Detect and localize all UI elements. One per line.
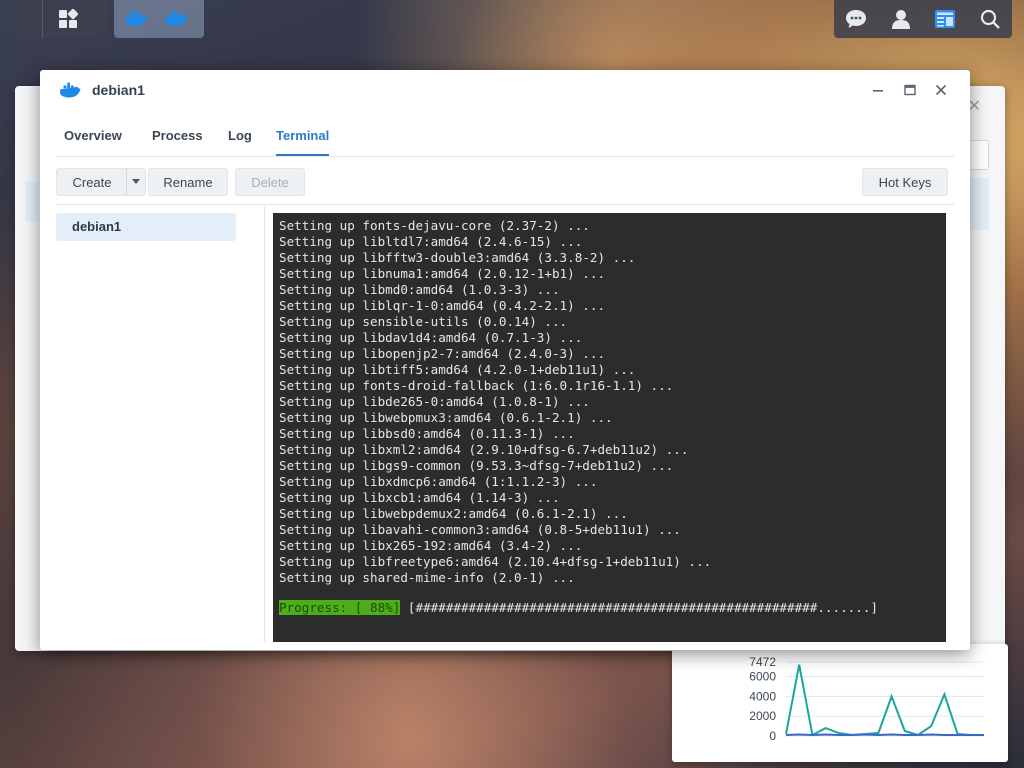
- tab-bar: Overview Process Log Terminal: [56, 122, 954, 157]
- minimize-button[interactable]: [868, 80, 888, 100]
- chart-y-tick-label: 7472: [749, 655, 776, 669]
- taskbar-app-container-manager-2[interactable]: [156, 0, 196, 38]
- widgets-button[interactable]: [925, 0, 965, 38]
- terminal-line: Setting up libxcb1:amd64 (1.14-3) ...: [279, 490, 560, 505]
- tab-process[interactable]: Process: [152, 128, 203, 143]
- terminal-line: Setting up sensible-utils (0.0.14) ...: [279, 314, 568, 329]
- taskbar-running-apps: [114, 0, 204, 38]
- session-item-debian1[interactable]: debian1: [56, 213, 236, 241]
- widgets-icon: [935, 10, 956, 28]
- terminal-line: Setting up libgs9-common (9.53.3~dfsg-7+…: [279, 458, 674, 473]
- user-button[interactable]: [881, 0, 921, 38]
- terminal-output[interactable]: Setting up fonts-dejavu-core (2.37-2) ..…: [273, 213, 946, 642]
- taskbar-right: [834, 0, 1012, 38]
- resource-chart-widget: 7472 6000 4000 2000 0: [672, 644, 1008, 762]
- container-manager-icon: [125, 10, 148, 26]
- taskbar-left: [12, 0, 108, 38]
- terminal-lines: Setting up fonts-dejavu-core (2.37-2) ..…: [279, 218, 940, 586]
- terminal-line: Setting up libwebpdemux2:amd64 (0.6.1-2.…: [279, 506, 628, 521]
- terminal-line: Setting up libdav1d4:amd64 (0.7.1-3) ...: [279, 330, 583, 345]
- terminal-line: Setting up libavahi-common3:amd64 (0.8-5…: [279, 522, 681, 537]
- terminal-line: Setting up libopenjp2-7:amd64 (2.4.0-3) …: [279, 346, 606, 361]
- chart-y-tick-label: 2000: [749, 709, 776, 723]
- chart-series-line-1: [785, 733, 984, 737]
- window-title: debian1: [92, 82, 145, 98]
- search-icon: [980, 9, 1000, 29]
- user-icon: [891, 10, 910, 29]
- main-menu-button[interactable]: [48, 0, 88, 38]
- chart-series-line-0: [785, 664, 984, 737]
- toolbar-divider: [56, 204, 954, 205]
- taskbar-divider: [42, 0, 43, 38]
- terminal-line: Setting up fonts-dejavu-core (2.37-2) ..…: [279, 218, 590, 233]
- minimize-icon: [873, 90, 883, 92]
- progress-label: Progress: [ 88%]: [279, 600, 401, 615]
- delete-button: Delete: [235, 168, 305, 196]
- taskbar-app-container-manager-1[interactable]: [116, 0, 156, 38]
- terminal-line: Setting up libbsd0:amd64 (0.11.3-1) ...: [279, 426, 575, 441]
- terminal-line: Setting up libtiff5:amd64 (4.2.0-1+deb11…: [279, 362, 636, 377]
- create-dropdown-button[interactable]: [126, 168, 146, 196]
- resource-chart: 74726000 4000 2000 0: [749, 655, 984, 743]
- terminal-line: Setting up libnuma1:amd64 (2.0.12-1+b1) …: [279, 266, 606, 281]
- terminal-line: Setting up liblqr-1-0:amd64 (0.4.2-2.1) …: [279, 298, 606, 313]
- background-panel-left: [25, 182, 39, 222]
- chart-y-tick-label: 6000: [749, 670, 776, 684]
- container-details-window: debian1 Overview Process Log Terminal Cr…: [40, 70, 970, 650]
- terminal-line: Setting up libfftw3-double3:amd64 (3.3.8…: [279, 250, 636, 265]
- tab-overview[interactable]: Overview: [64, 128, 122, 143]
- progress-row: Progress: [ 88%] [######################…: [279, 600, 940, 616]
- docker-whale-icon: [59, 82, 81, 98]
- terminal-line: Setting up libxdmcp6:amd64 (1:1.1.2-3) .…: [279, 474, 598, 489]
- hot-keys-button[interactable]: Hot Keys: [862, 168, 948, 196]
- tab-terminal[interactable]: Terminal: [276, 128, 330, 156]
- terminal-line: Setting up libx265-192:amd64 (3.4-2) ...: [279, 538, 583, 553]
- terminal-line: Setting up libfreetype6:amd64 (2.10.4+df…: [279, 554, 712, 569]
- terminal-session-list: debian1: [56, 206, 265, 642]
- terminal-line: Setting up libde265-0:amd64 (1.0.8-1) ..…: [279, 394, 590, 409]
- tab-log[interactable]: Log: [228, 128, 252, 143]
- chart-y-tick-label: 0: [769, 729, 776, 743]
- terminal-line: Setting up libltdl7:amd64 (2.4.6-15) ...: [279, 234, 583, 249]
- close-button[interactable]: [931, 80, 951, 100]
- chart-y-tick-label: 4000: [749, 689, 776, 703]
- chat-icon: [846, 10, 867, 28]
- terminal-line: Setting up fonts-droid-fallback (1:6.0.1…: [279, 378, 674, 393]
- window-titlebar[interactable]: debian1: [40, 70, 970, 110]
- main-menu-icon: [59, 9, 78, 28]
- terminal-toolbar: Create Rename Delete Hot Keys: [56, 168, 954, 198]
- terminal-line: Setting up shared-mime-info (2.0-1) ...: [279, 570, 575, 585]
- caret-down-icon: [132, 179, 140, 184]
- terminal-line: Setting up libxml2:amd64 (2.9.10+dfsg-6.…: [279, 442, 689, 457]
- maximize-icon: [904, 84, 916, 96]
- maximize-button[interactable]: [900, 80, 920, 100]
- notifications-button[interactable]: [836, 0, 876, 38]
- close-icon: [935, 84, 947, 96]
- progress-bar-text: [#######################################…: [400, 600, 878, 615]
- search-button[interactable]: [970, 0, 1010, 38]
- container-manager-icon: [165, 10, 188, 26]
- terminal-line: Setting up libmd0:amd64 (1.0.3-3) ...: [279, 282, 560, 297]
- terminal-line: Setting up libwebpmux3:amd64 (0.6.1-2.1)…: [279, 410, 613, 425]
- rename-button[interactable]: Rename: [148, 168, 228, 196]
- create-button[interactable]: Create: [56, 168, 128, 196]
